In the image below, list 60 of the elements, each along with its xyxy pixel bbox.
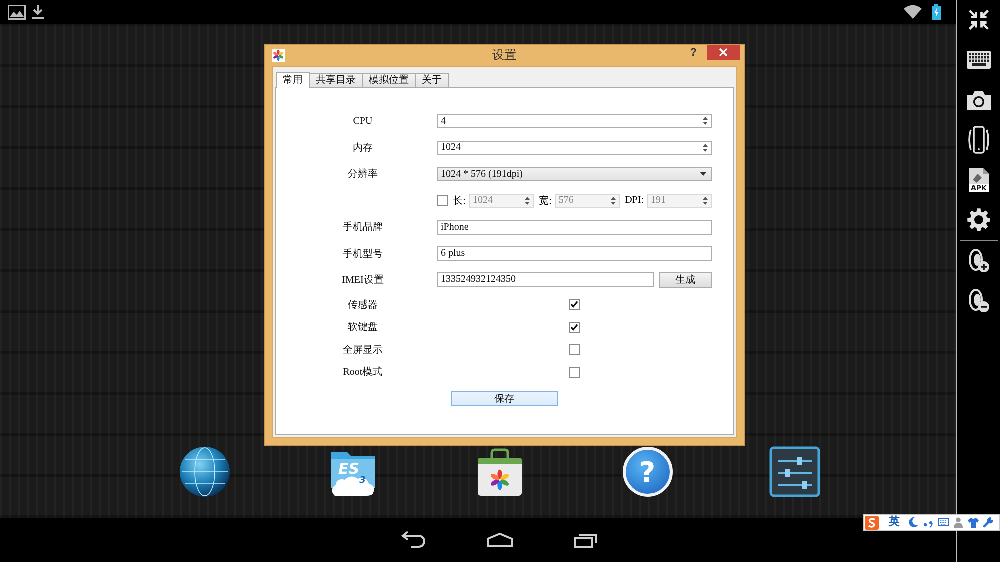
close-button[interactable]	[707, 45, 740, 60]
field-label: 传感器	[348, 300, 378, 311]
close-icon	[719, 48, 728, 57]
field-label: 全屏显示	[343, 344, 383, 356]
number-field[interactable]: 1024	[437, 140, 712, 155]
tab[interactable]: 模拟位置	[362, 73, 416, 87]
logo-icon[interactable]	[865, 516, 879, 530]
app-logo-icon	[272, 49, 285, 62]
back-icon[interactable]	[401, 530, 427, 550]
help-button[interactable]: ?	[690, 47, 697, 60]
text-field[interactable]: 6 plus	[437, 246, 712, 262]
checkbox[interactable]	[437, 195, 448, 206]
battery-icon	[932, 4, 941, 20]
download-icon[interactable]	[32, 4, 44, 20]
checkbox[interactable]	[569, 299, 580, 310]
shirt-icon[interactable]	[968, 517, 979, 528]
collapse-icon[interactable]	[968, 9, 990, 31]
phone-icon[interactable]	[968, 126, 990, 154]
text-field[interactable]: 133524932124350	[437, 272, 654, 288]
text-field[interactable]: iPhone	[437, 220, 712, 235]
save-button[interactable]: 保存	[451, 390, 558, 406]
volume-up-icon[interactable]	[968, 249, 990, 273]
number-field[interactable]: 4	[437, 114, 712, 128]
field-label: 手机型号	[343, 248, 383, 260]
sliders-icon[interactable]	[769, 446, 821, 498]
moon-icon[interactable]	[908, 517, 919, 528]
home-icon[interactable]	[486, 532, 514, 548]
field-label: 宽:	[539, 194, 552, 208]
checkbox[interactable]	[569, 322, 580, 333]
recents-icon[interactable]	[573, 531, 599, 549]
generate-button[interactable]: 生成	[659, 272, 712, 288]
wrench-icon[interactable]	[983, 517, 994, 528]
person-icon[interactable]	[953, 517, 964, 528]
field-label: IMEI设置	[342, 275, 384, 286]
field-label: 长:	[453, 194, 466, 208]
tab[interactable]: 常用	[276, 72, 310, 88]
keyboard-icon[interactable]	[966, 51, 990, 69]
wifi-icon	[904, 5, 922, 19]
tab[interactable]: 共享目录	[309, 73, 363, 87]
settings-icon[interactable]	[966, 208, 990, 232]
camera-icon[interactable]	[966, 90, 990, 110]
field-label: 内存	[353, 142, 373, 154]
tab[interactable]: 关于	[415, 73, 449, 87]
field-label: 手机品牌	[343, 222, 383, 234]
checkbox[interactable]	[569, 366, 580, 378]
field-label: DPI:	[625, 195, 644, 206]
volume-down-icon[interactable]	[968, 289, 990, 313]
field-label: 软键盘	[348, 322, 378, 334]
input-mode-toggle[interactable]: 英	[889, 516, 900, 529]
stepper-icon[interactable]	[702, 142, 709, 153]
dropdown[interactable]: 1024 * 576 (191dpi)	[437, 167, 712, 182]
window-title: 设置	[492, 47, 516, 64]
globe-icon[interactable]	[179, 446, 231, 498]
image-icon[interactable]	[8, 4, 26, 20]
caret-icon	[700, 172, 707, 176]
field-label: CPU	[353, 116, 373, 127]
stepper-icon[interactable]	[702, 116, 709, 126]
checkbox[interactable]	[569, 344, 580, 356]
field-label: 分辨率	[348, 169, 378, 180]
field-label: Root模式	[343, 367, 383, 378]
